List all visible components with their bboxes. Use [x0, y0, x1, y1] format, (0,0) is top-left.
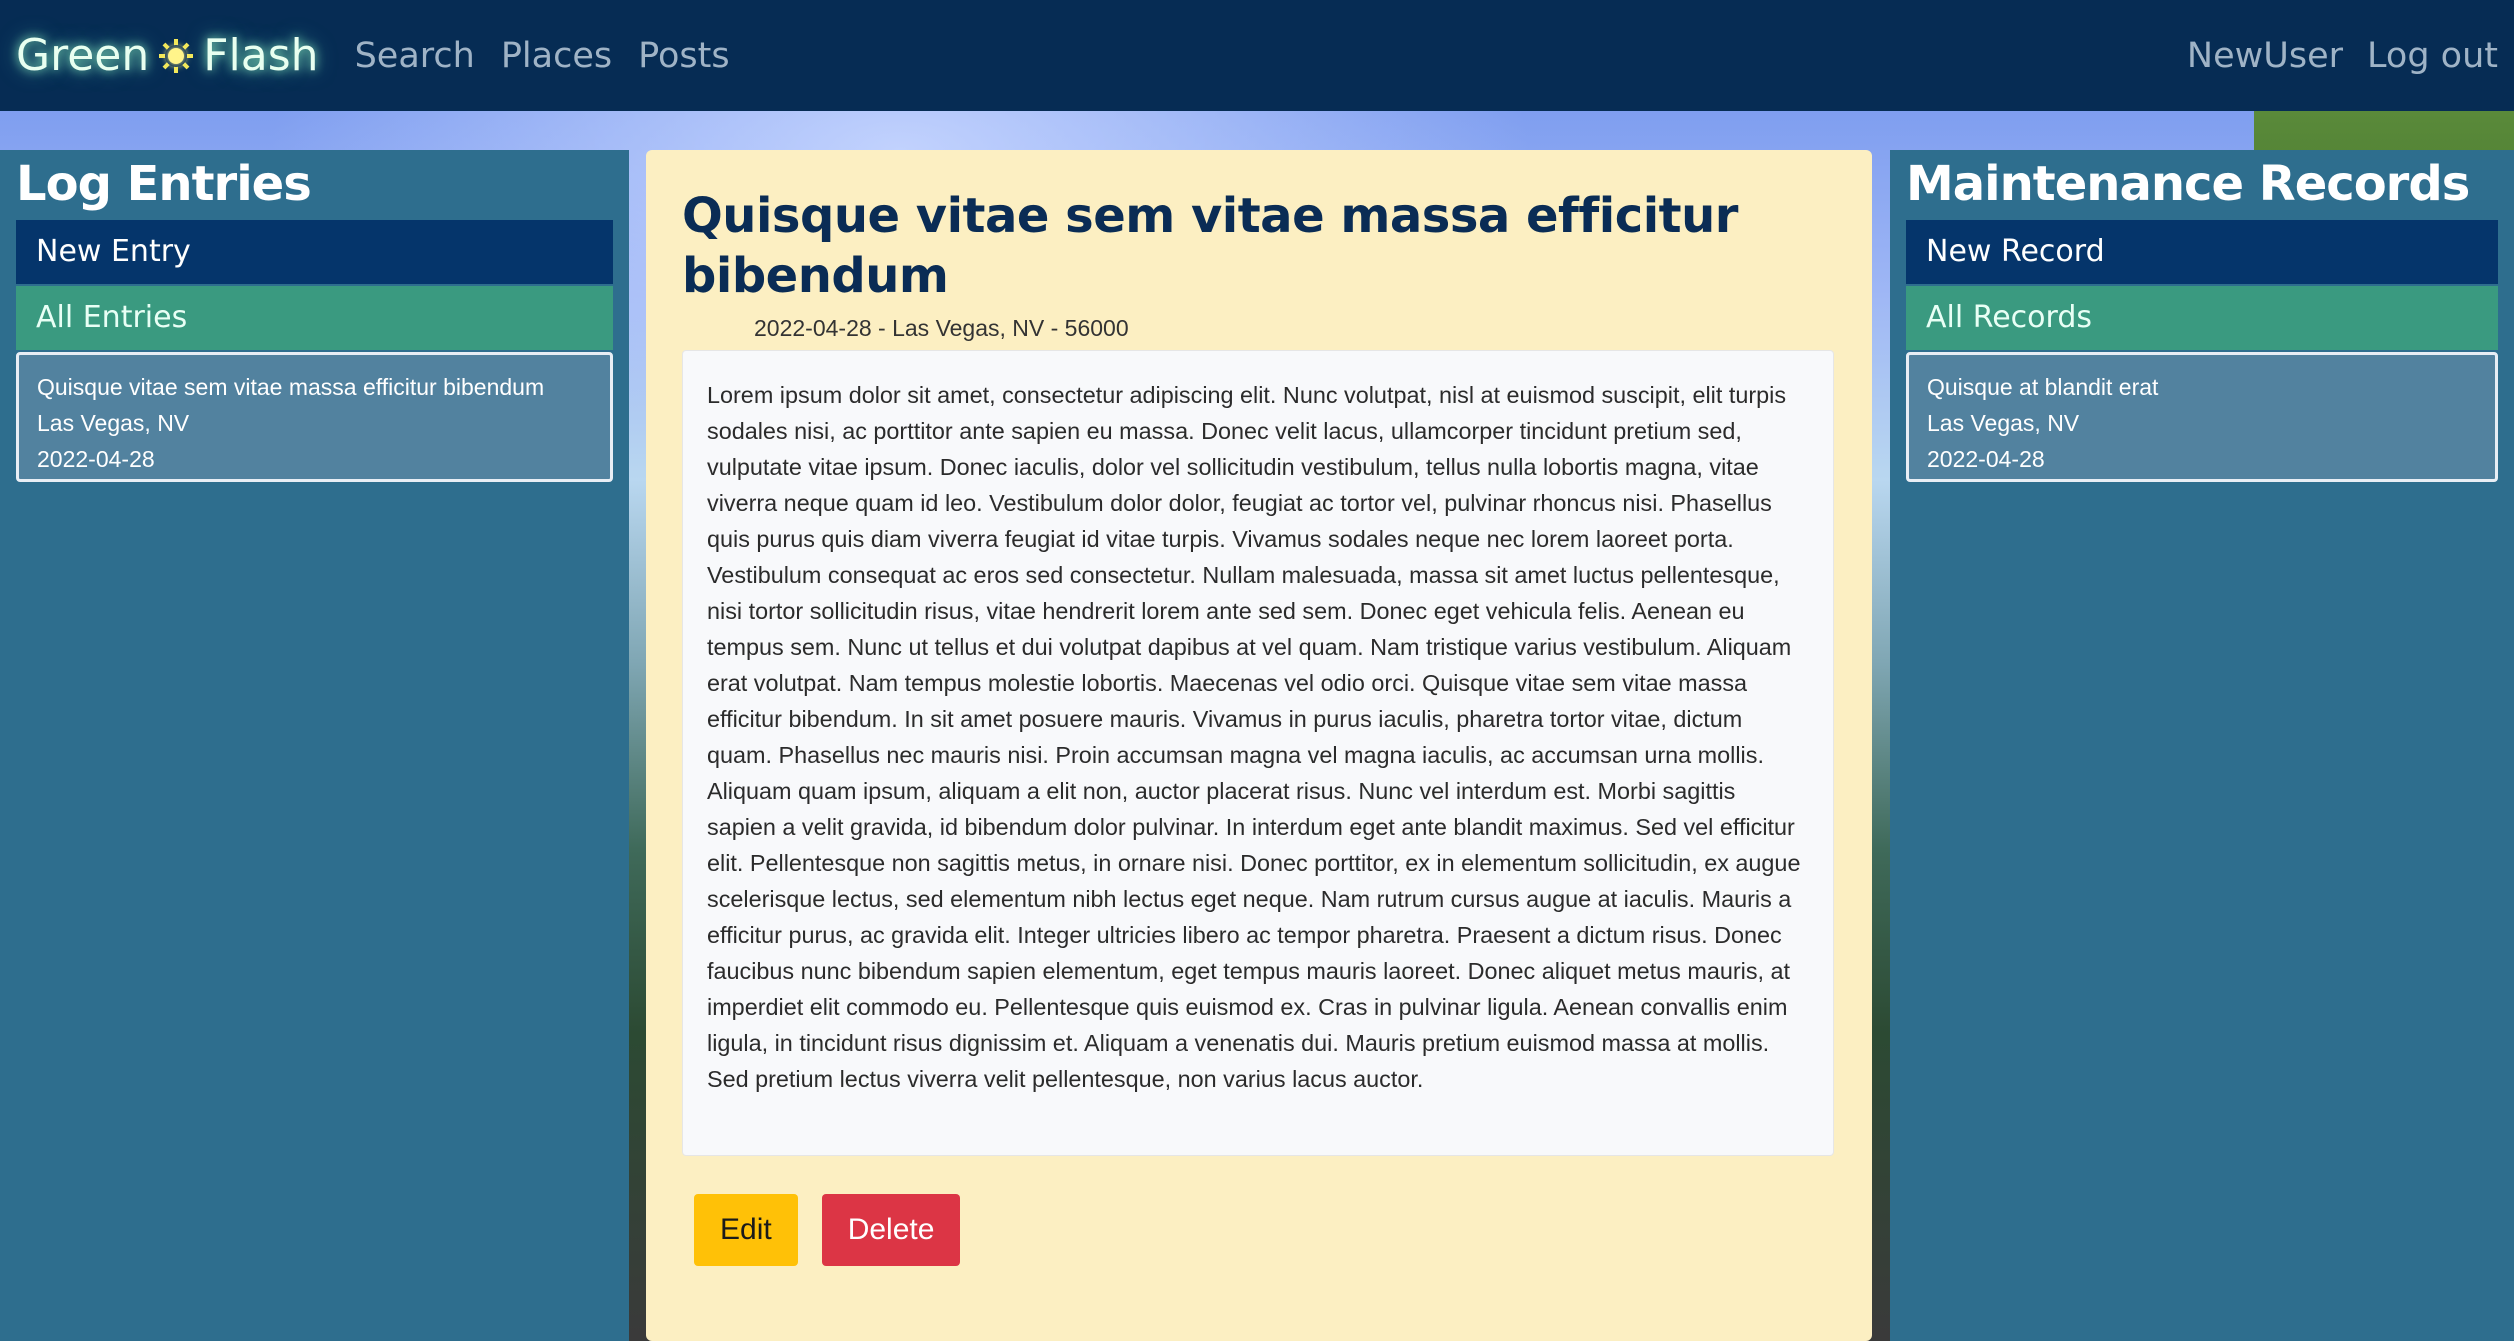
post-meta: 2022-04-28 - Las Vegas, NV - 56000 [754, 315, 1129, 341]
sun-icon [159, 38, 194, 73]
record-title: Quisque at blandit erat [1927, 374, 2159, 400]
delete-button[interactable]: Delete [821, 1194, 961, 1266]
entry-title: Quisque vitae sem vitae massa efficitur … [37, 374, 545, 400]
nav-search[interactable]: Search [355, 36, 475, 76]
post-title: Quisque vitae sem vitae massa efficitur … [682, 188, 1738, 304]
log-entry-card[interactable]: Quisque vitae sem vitae massa efficitur … [16, 352, 613, 482]
record-date: 2022-04-28 [1927, 446, 2045, 472]
nav-user[interactable]: NewUser [2187, 36, 2343, 76]
record-place: Las Vegas, NV [1927, 410, 2080, 436]
log-entries-panel: Log Entries New Entry All Entries Quisqu… [0, 150, 629, 1341]
maintenance-record-card[interactable]: Quisque at blandit erat Las Vegas, NV 20… [1906, 352, 2498, 482]
new-record-button[interactable]: New Record [1906, 220, 2498, 284]
brand-text-right: Flash [203, 30, 319, 81]
navbar: Green Flash Search Places Posts NewUser … [0, 0, 2514, 111]
maintenance-records-title: Maintenance Records [1906, 156, 2470, 212]
entry-date: 2022-04-28 [37, 446, 155, 472]
all-entries-button[interactable]: All Entries [16, 286, 613, 350]
nav-logout[interactable]: Log out [2367, 36, 2498, 76]
post-body: Lorem ipsum dolor sit amet, consectetur … [707, 382, 1801, 1092]
post-actions: Edit Delete [682, 1194, 1836, 1266]
edit-button[interactable]: Edit [694, 1194, 798, 1266]
maintenance-records-panel: Maintenance Records New Record All Recor… [1890, 150, 2514, 1341]
all-records-button[interactable]: All Records [1906, 286, 2498, 350]
nav-posts[interactable]: Posts [638, 36, 729, 76]
new-entry-button[interactable]: New Entry [16, 220, 613, 284]
nav-places[interactable]: Places [501, 36, 612, 76]
post-body-box: Lorem ipsum dolor sit amet, consectetur … [682, 350, 1834, 1156]
brand-logo[interactable]: Green Flash [16, 30, 319, 81]
post-detail: Quisque vitae sem vitae massa efficitur … [646, 150, 1872, 1341]
brand-text-left: Green [16, 30, 150, 81]
log-entries-title: Log Entries [16, 156, 312, 212]
entry-place: Las Vegas, NV [37, 410, 190, 436]
nav-right: NewUser Log out [2163, 36, 2498, 76]
